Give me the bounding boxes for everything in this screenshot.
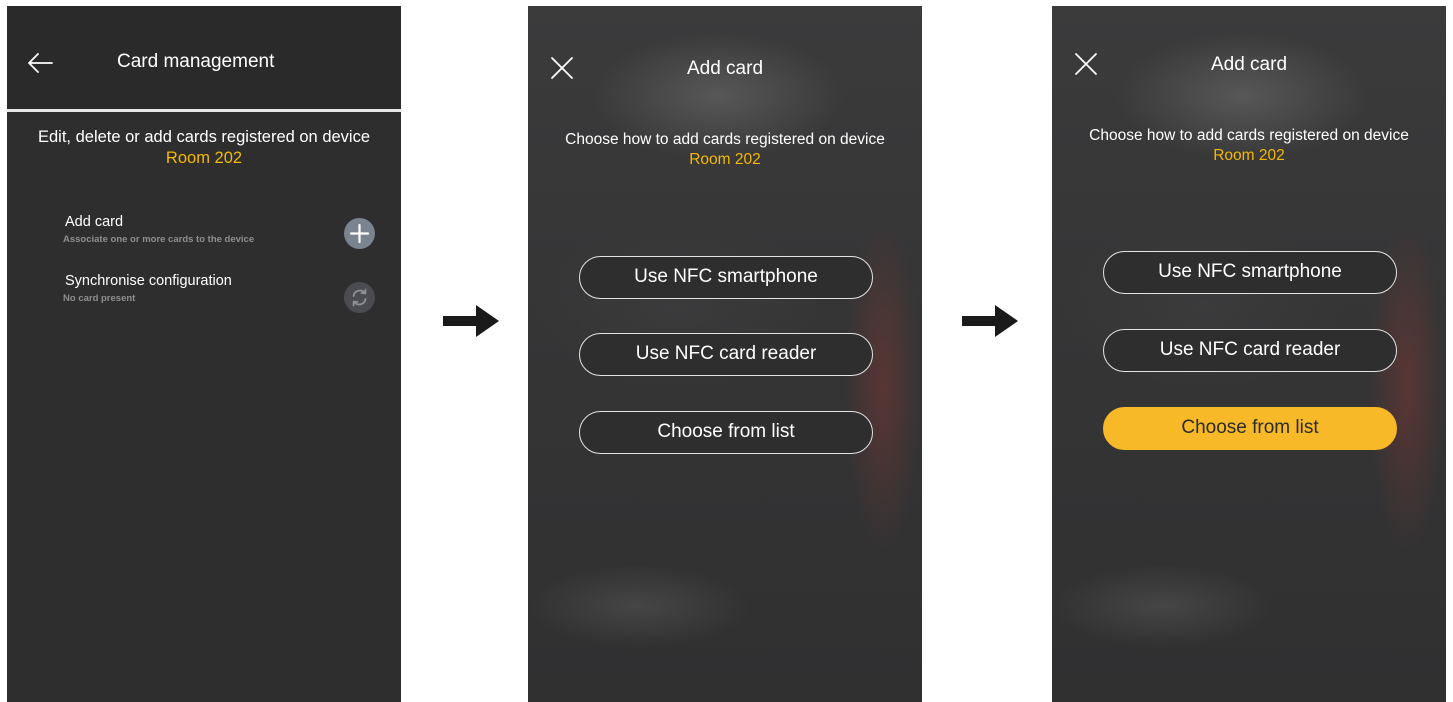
header-bar: Card management [7, 6, 401, 109]
sync-icon [352, 288, 367, 307]
synchronise-configuration-subtitle: No card present [63, 293, 136, 304]
page-title: Add card [1210, 54, 1288, 75]
use-nfc-card-reader-button[interactable]: Use NFC card reader [579, 333, 873, 376]
use-nfc-smartphone-button[interactable]: Use NFC smartphone [1103, 251, 1397, 294]
description-text: Edit, delete or add cards registered on … [37, 128, 371, 146]
choose-from-list-button[interactable]: Choose from list [579, 411, 873, 454]
add-card-button[interactable] [344, 218, 375, 249]
add-card-item[interactable]: Add card Associate one or more cards to … [7, 211, 401, 255]
description-text: Choose how to add cards registered on de… [565, 131, 885, 148]
description: Choose how to add cards registered on de… [548, 130, 902, 170]
use-nfc-smartphone-button[interactable]: Use NFC smartphone [579, 256, 873, 299]
header-divider [7, 109, 401, 112]
card-management-screen: Card management Edit, delete or add card… [7, 6, 401, 702]
plus-icon [349, 223, 370, 244]
add-card-title: Add card [65, 214, 124, 230]
choose-from-list-button[interactable]: Choose from list [1103, 407, 1397, 450]
add-card-screen-selected: Add card Choose how to add cards registe… [1052, 6, 1446, 702]
device-name: Room 202 [1213, 147, 1285, 164]
synchronise-configuration-title: Synchronise configuration [65, 273, 232, 289]
device-name: Room 202 [165, 149, 243, 167]
page-title: Add card [686, 58, 764, 79]
right-arrow-icon [962, 305, 1018, 337]
synchronise-configuration-item[interactable]: Synchronise configuration No card presen… [7, 273, 401, 317]
use-nfc-card-reader-button[interactable]: Use NFC card reader [1103, 329, 1397, 372]
back-arrow-icon[interactable] [27, 52, 53, 74]
device-name: Room 202 [689, 151, 761, 168]
description: Choose how to add cards registered on de… [1072, 126, 1426, 166]
description: Edit, delete or add cards registered on … [27, 127, 381, 169]
description-text: Choose how to add cards registered on de… [1089, 127, 1409, 144]
add-card-screen: Add card Choose how to add cards registe… [528, 6, 922, 702]
synchronise-button[interactable] [344, 282, 375, 313]
page-title: Card management [117, 51, 275, 72]
add-card-subtitle: Associate one or more cards to the devic… [63, 234, 255, 245]
right-arrow-icon [443, 305, 499, 337]
